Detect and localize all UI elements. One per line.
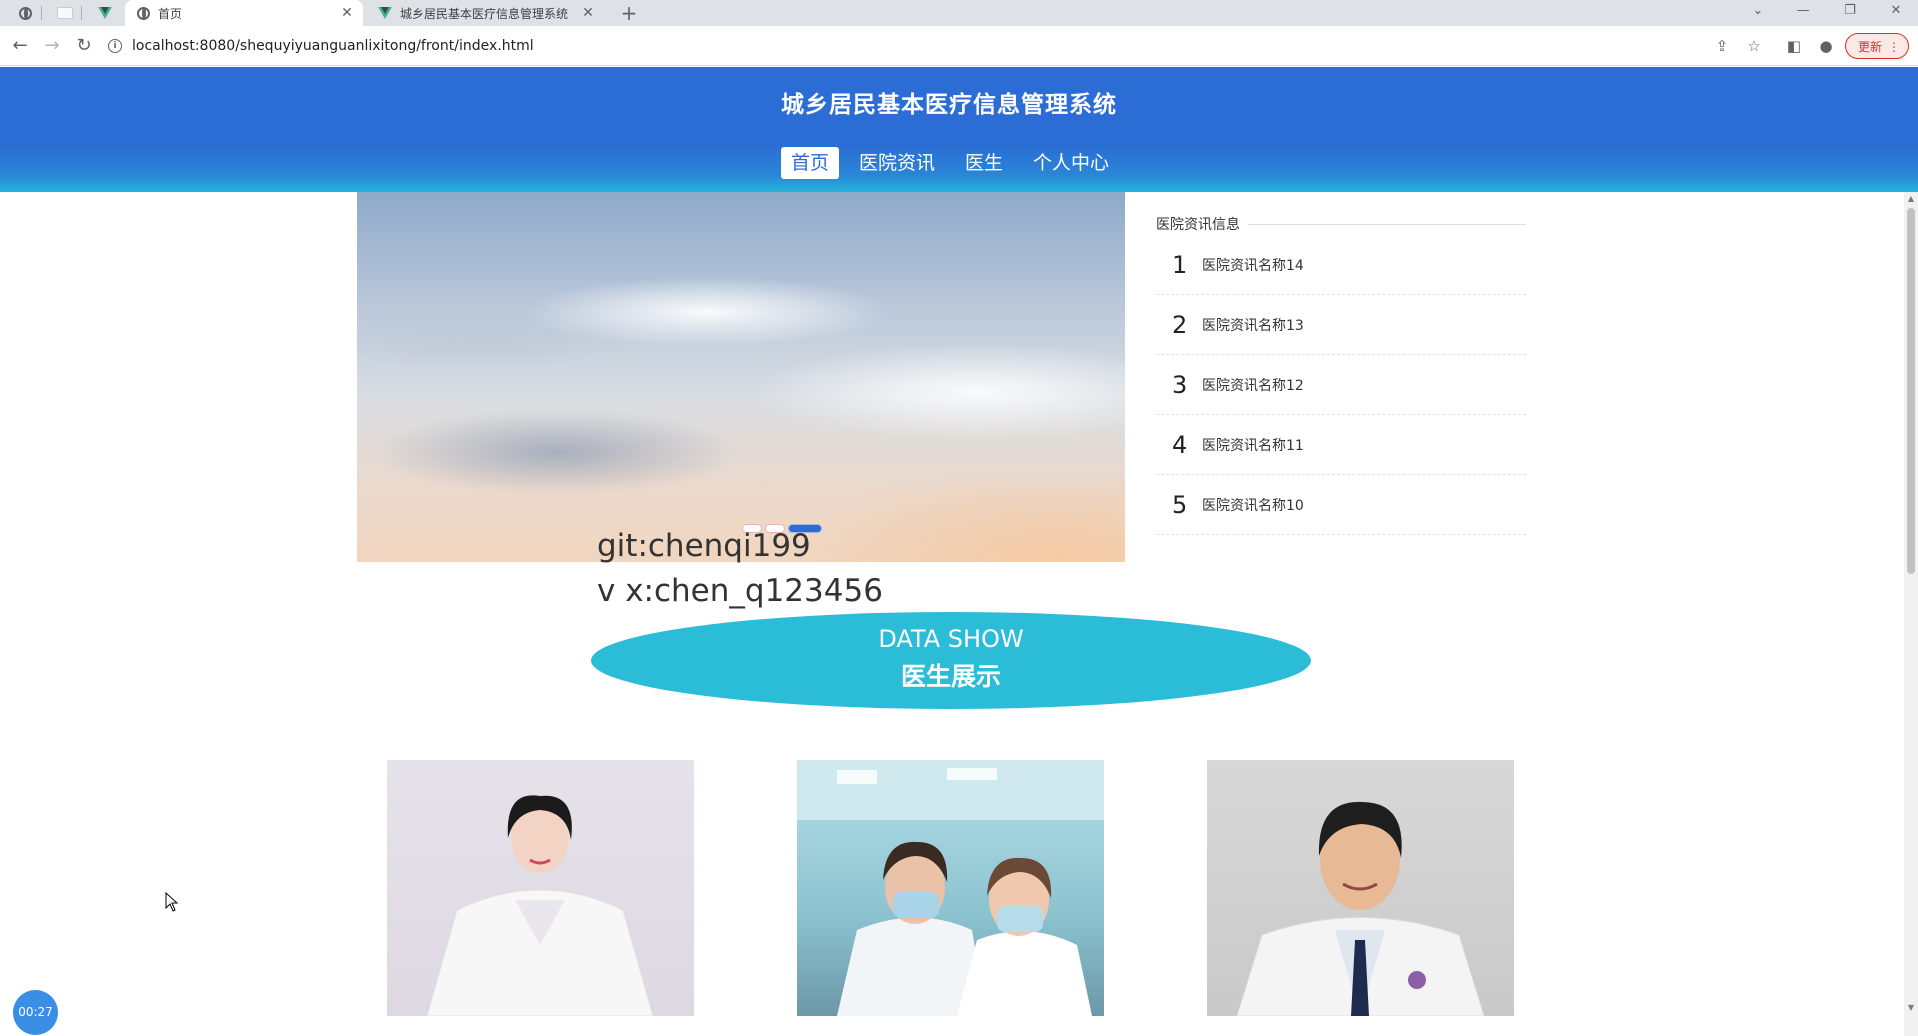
- banner-carousel-image[interactable]: [357, 192, 1125, 562]
- site-info-icon[interactable]: i: [108, 39, 122, 53]
- pinned-tab-3[interactable]: [88, 0, 122, 26]
- profile-icon[interactable]: ●: [1814, 34, 1838, 58]
- news-rank: 1: [1172, 250, 1188, 279]
- site-header: 城乡居民基本医疗信息管理系统 首页 医院资讯 医生 个人中心: [0, 67, 1918, 192]
- nav-doctors[interactable]: 医生: [955, 147, 1013, 179]
- scroll-down-arrow-icon[interactable]: ▼: [1907, 1004, 1915, 1012]
- pinned-tab-2[interactable]: [48, 0, 82, 26]
- news-link[interactable]: 医院资讯名称12: [1202, 375, 1304, 395]
- doctors-group-image: [797, 760, 1104, 1016]
- tab-title: 城乡居民基本医疗信息管理系统: [400, 6, 569, 21]
- nav-personal-center[interactable]: 个人中心: [1023, 147, 1119, 179]
- section-title-cn: 医生展示: [900, 662, 1001, 691]
- doctor-card-1-photo[interactable]: [387, 760, 694, 1016]
- close-window-button[interactable]: ✕: [1876, 0, 1916, 26]
- update-button[interactable]: 更新 ⋮: [1845, 33, 1909, 59]
- reload-icon[interactable]: ↻: [72, 34, 96, 58]
- tab-separator: [81, 6, 82, 20]
- nav-home[interactable]: 首页: [781, 147, 840, 179]
- news-list-item[interactable]: 5 医院资讯名称10: [1156, 475, 1526, 535]
- news-rank: 4: [1172, 430, 1188, 459]
- doctor-showcase-heading: DATA SHOW 医生展示: [591, 612, 1311, 709]
- url-text: localhost:8080/shequyiyuanguanlixitong/f…: [132, 38, 534, 54]
- mouse-cursor-icon: [165, 892, 179, 912]
- tab-close-icon[interactable]: ✕: [580, 5, 596, 21]
- news-list-item[interactable]: 4 医院资讯名称11: [1156, 415, 1526, 475]
- vue-logo-icon: [378, 7, 392, 19]
- tab-close-icon[interactable]: ✕: [339, 5, 355, 21]
- new-tab-button[interactable]: +: [616, 0, 642, 26]
- globe-icon: [137, 6, 150, 20]
- pinned-tab-1[interactable]: [8, 0, 42, 26]
- page-scrollbar[interactable]: ▲ ▼: [1904, 192, 1918, 1036]
- section-title-en: DATA SHOW: [878, 625, 1024, 653]
- tab-separator: [41, 6, 42, 20]
- doctor-portrait-image: [426, 795, 654, 1016]
- news-link[interactable]: 医院资讯名称11: [1202, 435, 1304, 455]
- recording-timer-badge[interactable]: 00:27: [13, 990, 58, 1035]
- news-panel-header: 医院资讯信息: [1156, 213, 1526, 235]
- page-icon: [57, 7, 73, 19]
- browser-tab-strip: 首页 ✕ 城乡居民基本医疗信息管理系统 ✕ + ⌄ — ❐ ✕: [0, 0, 1918, 26]
- news-list-item[interactable]: 1 医院资讯名称14: [1156, 235, 1526, 295]
- side-panel-icon[interactable]: ◧: [1782, 34, 1806, 58]
- news-panel-title: 医院资讯信息: [1156, 217, 1240, 233]
- restore-button[interactable]: ❐: [1830, 0, 1870, 26]
- watermark-line-1: git:chenqi199: [597, 528, 811, 564]
- site-title: 城乡居民基本医疗信息管理系统: [781, 92, 1117, 118]
- doctor-card-2-photo[interactable]: [797, 760, 1104, 1016]
- news-list-item[interactable]: 3 医院资讯名称12: [1156, 355, 1526, 415]
- globe-icon: [18, 6, 32, 20]
- menu-dots-icon[interactable]: ⋮: [1888, 34, 1900, 60]
- doctor-card-3-photo[interactable]: [1207, 760, 1514, 1016]
- forward-arrow-icon[interactable]: →: [40, 34, 64, 58]
- tab-home[interactable]: 首页 ✕: [125, 0, 363, 26]
- news-link[interactable]: 医院资讯名称14: [1202, 255, 1304, 275]
- hospital-news-panel: 医院资讯信息 1 医院资讯名称14 2 医院资讯名称13 3 医院资讯名称12 …: [1156, 213, 1526, 535]
- address-toolbar: ← → ↻ i localhost:8080/shequyiyuanguanli…: [0, 26, 1918, 66]
- news-rank: 5: [1172, 490, 1188, 519]
- news-link[interactable]: 医院资讯名称13: [1202, 315, 1304, 335]
- news-rank: 2: [1172, 310, 1188, 339]
- news-rank: 3: [1172, 370, 1188, 399]
- divider: [1248, 223, 1526, 225]
- url-bar[interactable]: i localhost:8080/shequyiyuanguanlixitong…: [108, 31, 1708, 61]
- doctor-portrait-image: [1236, 801, 1485, 1016]
- tab-system[interactable]: 城乡居民基本医疗信息管理系统 ✕: [366, 0, 604, 26]
- bookmark-star-icon[interactable]: ☆: [1742, 34, 1766, 58]
- news-link[interactable]: 医院资讯名称10: [1202, 495, 1304, 515]
- scroll-up-arrow-icon[interactable]: ▲: [1907, 195, 1915, 203]
- update-label: 更新: [1858, 40, 1883, 54]
- news-list-item[interactable]: 2 医院资讯名称13: [1156, 295, 1526, 355]
- watermark-line-2: v x:chen_q123456: [597, 573, 883, 609]
- scrollbar-thumb[interactable]: [1907, 208, 1915, 574]
- back-arrow-icon[interactable]: ←: [8, 34, 32, 58]
- share-icon[interactable]: ⇪: [1710, 34, 1734, 58]
- tab-search-icon[interactable]: ⌄: [1738, 0, 1778, 26]
- tab-title: 首页: [158, 6, 183, 21]
- vue-logo-icon: [98, 7, 112, 19]
- main-nav: 首页 医院资讯 医生 个人中心: [781, 147, 1129, 179]
- minimize-button[interactable]: —: [1783, 0, 1823, 26]
- nav-hospital-news[interactable]: 医院资讯: [849, 147, 945, 179]
